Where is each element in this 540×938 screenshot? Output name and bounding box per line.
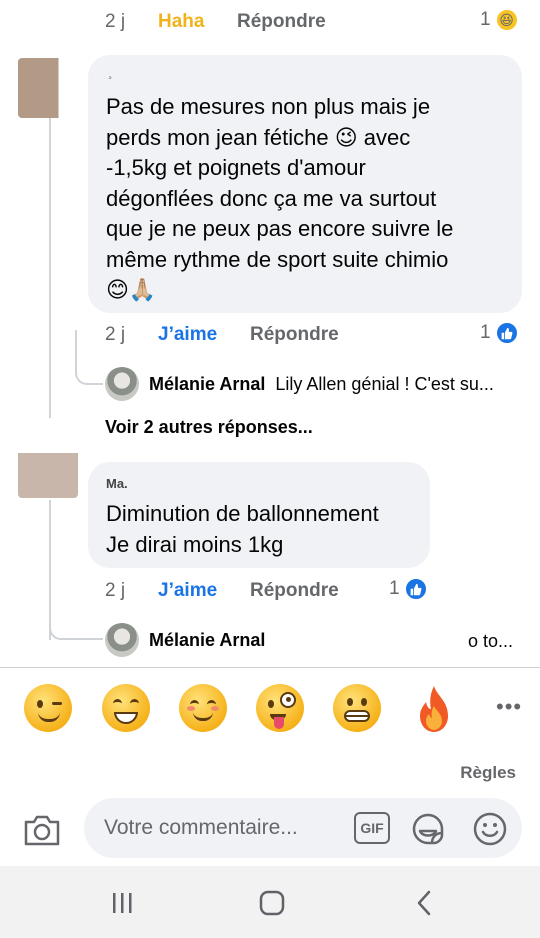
comment-time: 2 j — [105, 580, 126, 601]
reply-preview[interactable]: Mélanie Arnal Lily Allen génial ! C'est … — [105, 367, 494, 401]
like-icon — [403, 577, 428, 601]
rules-link[interactable]: Règles — [460, 763, 516, 783]
sticker-icon[interactable] — [410, 811, 446, 847]
like-button[interactable]: J’aime — [158, 580, 217, 602]
zany-emoji[interactable] — [256, 684, 304, 732]
recent-apps-icon — [113, 893, 132, 913]
haha-reaction-button[interactable]: Haha — [158, 11, 204, 33]
grimace-emoji[interactable] — [333, 684, 381, 732]
reply-preview[interactable]: Mélanie Arnal — [105, 623, 265, 657]
avatar[interactable] — [18, 448, 78, 498]
camera-icon[interactable] — [22, 812, 62, 848]
reply-button[interactable]: Répondre — [250, 324, 339, 346]
avatar[interactable] — [105, 367, 139, 401]
grin-emoji[interactable] — [102, 684, 150, 732]
thread-line — [49, 100, 51, 418]
reply-snippet: o to... — [468, 631, 514, 651]
reply-button[interactable]: Répondre — [237, 11, 326, 33]
avatar[interactable] — [105, 623, 139, 657]
comment-composer: Votre commentaire... GIF — [0, 796, 540, 862]
back-button[interactable] — [404, 888, 444, 918]
reply-author[interactable]: Mélanie Arnal — [149, 374, 265, 395]
gif-button[interactable]: GIF — [354, 812, 390, 844]
home-icon — [259, 890, 285, 916]
like-icon — [494, 321, 519, 345]
comment-input[interactable]: Votre commentaire... GIF — [84, 798, 522, 858]
reaction-count[interactable]: 1 😆 — [480, 8, 519, 32]
wink-emoji[interactable] — [24, 684, 72, 732]
comment-input-placeholder: Votre commentaire... — [104, 816, 298, 839]
reaction-count-value: 1 — [480, 322, 491, 343]
more-emoji-button[interactable]: ••• — [496, 694, 522, 720]
thread-connector — [49, 600, 103, 640]
comment-text: Pas de mesures non plus mais je perds mo… — [106, 94, 454, 302]
reaction-count-value: 1 — [389, 578, 400, 599]
comment-bubble: Ma. Diminution de ballonnement Je dirai … — [88, 462, 430, 568]
thread-connector — [75, 330, 103, 385]
fire-emoji[interactable] — [412, 684, 456, 734]
reply-snippet: Lily Allen génial ! C'est su... — [275, 373, 494, 394]
avatar[interactable] — [18, 58, 76, 118]
back-icon — [417, 890, 431, 916]
reply-button[interactable]: Répondre — [250, 580, 339, 602]
comment-time: 2 j — [105, 11, 126, 32]
haha-icon: 😆 — [494, 8, 519, 32]
reply-author[interactable]: Mélanie Arnal — [149, 630, 265, 651]
emoji-bar: ••• — [0, 684, 540, 744]
comment-text: Diminution de ballonnement Je dirai moin… — [106, 501, 379, 557]
like-button[interactable]: J’aime — [158, 324, 217, 346]
emoji-picker-icon[interactable] — [472, 811, 508, 847]
comment-author[interactable]: ¸ — [108, 63, 113, 79]
home-button[interactable] — [252, 888, 292, 918]
view-more-replies-link[interactable]: Voir 2 autres réponses... — [105, 417, 313, 438]
divider — [0, 667, 540, 668]
comment-time: 2 j — [105, 324, 126, 345]
system-nav-bar — [0, 866, 540, 938]
reaction-count[interactable]: 1 — [480, 321, 519, 345]
comment-bubble: ¸ Pas de mesures non plus mais je perds … — [88, 55, 522, 313]
comment-author[interactable]: Ma. — [106, 476, 128, 491]
reaction-count[interactable]: 1 — [389, 577, 428, 601]
recent-apps-button[interactable] — [102, 888, 142, 918]
smile-emoji[interactable] — [179, 684, 227, 732]
reaction-count-value: 1 — [480, 9, 491, 30]
